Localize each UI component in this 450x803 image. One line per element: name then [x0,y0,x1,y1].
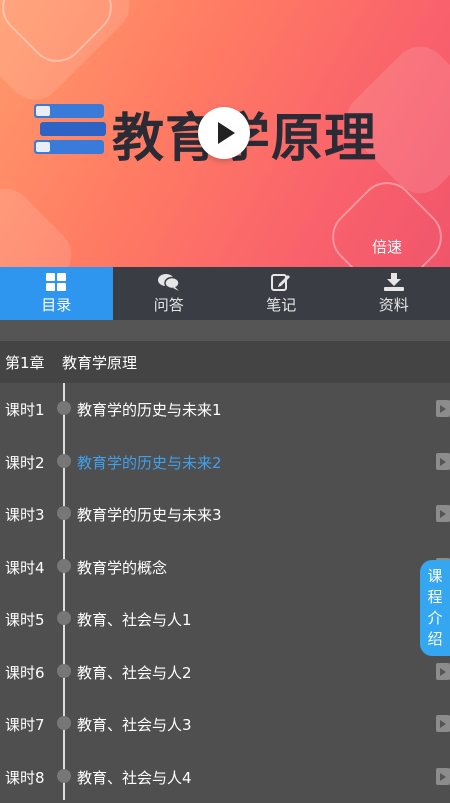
course-intro-char: 课 [427,566,442,587]
divider [0,320,450,341]
lesson-number: 课时5 [5,609,45,630]
books-logo-icon [34,100,106,160]
timeline-dot [57,769,71,783]
lesson-item[interactable]: 课时6 教育、社会与人2 [0,646,450,699]
video-file-icon [436,715,450,732]
play-button[interactable] [198,107,250,159]
lesson-list: 课时1 教育学的历史与未来1 课时2 教育学的历史与未来2 课时3 教育学的历史… [0,383,450,803]
lesson-number: 课时1 [5,399,45,420]
background-decoration [0,177,83,267]
course-intro-button[interactable]: 课 程 介 绍 [420,560,450,656]
lesson-number: 课时8 [5,767,45,788]
lesson-number: 课时6 [5,662,45,683]
playback-speed-button[interactable]: 倍速 [372,236,402,257]
lesson-item[interactable]: 课时1 教育学的历史与未来1 [0,383,450,436]
tab-notes[interactable]: 笔记 [225,267,338,320]
timeline-dot [57,454,71,468]
tab-label: 资料 [379,294,409,315]
lesson-title: 教育学的历史与未来2 [77,452,222,473]
video-file-icon [436,400,450,417]
lesson-item[interactable]: 课时5 教育、社会与人1 [0,593,450,646]
video-player[interactable]: 教育学原理 倍速 [0,0,450,267]
lesson-number: 课时4 [5,557,45,578]
lesson-title: 教育学的概念 [77,557,167,578]
timeline-dot [57,506,71,520]
tab-catalog[interactable]: 目录 [0,267,113,320]
course-intro-char: 程 [427,587,442,608]
lesson-number: 课时2 [5,452,45,473]
lesson-title: 教育学的历史与未来3 [77,504,222,525]
video-file-icon [436,505,450,522]
lesson-item[interactable]: 课时4 教育学的概念 [0,541,450,594]
tab-label: 目录 [41,294,71,315]
download-icon [384,273,404,291]
chapter-number: 第1章 [5,352,62,373]
lesson-title: 教育、社会与人2 [77,662,192,683]
course-intro-char: 介 [427,608,442,629]
lesson-title: 教育、社会与人3 [77,714,192,735]
timeline-dot [57,559,71,573]
course-tab-bar: 目录 问答 笔记 资料 [0,267,450,320]
timeline-dot [57,716,71,730]
chapter-header[interactable]: 第1章 教育学原理 [0,341,450,383]
edit-note-icon [271,273,291,291]
lesson-title: 教育、社会与人1 [77,609,192,630]
lesson-number: 课时3 [5,504,45,525]
chat-icon [158,273,180,291]
timeline-dot [57,611,71,625]
timeline-dot [57,401,71,415]
course-intro-char: 绍 [427,629,442,650]
video-file-icon [436,768,450,785]
grid-icon [46,273,66,291]
lesson-item[interactable]: 课时2 教育学的历史与未来2 [0,436,450,489]
lesson-item[interactable]: 课时8 教育、社会与人4 [0,751,450,803]
video-file-icon [436,663,450,680]
lesson-number: 课时7 [5,714,45,735]
video-file-icon [436,453,450,470]
lesson-item[interactable]: 课时3 教育学的历史与未来3 [0,488,450,541]
lesson-title: 教育学的历史与未来1 [77,399,222,420]
lesson-item[interactable]: 课时7 教育、社会与人3 [0,698,450,751]
chapter-title: 教育学原理 [62,352,137,373]
lesson-title: 教育、社会与人4 [77,767,192,788]
tab-materials[interactable]: 资料 [338,267,450,320]
tab-label: 问答 [154,294,184,315]
tab-label: 笔记 [266,294,296,315]
timeline-dot [57,664,71,678]
tab-qa[interactable]: 问答 [113,267,226,320]
